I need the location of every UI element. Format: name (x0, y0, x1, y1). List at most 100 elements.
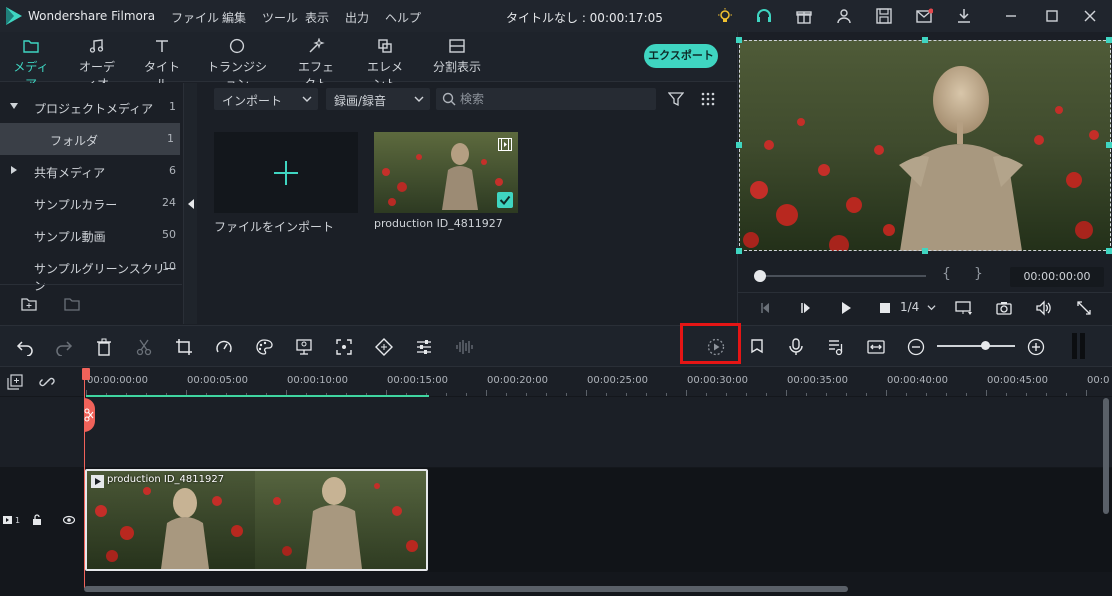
search-box[interactable] (436, 88, 656, 110)
mark-out-button[interactable]: } (974, 266, 983, 282)
folder-outline-icon[interactable] (64, 297, 80, 311)
track-header-empty (0, 397, 84, 467)
mail-icon[interactable] (915, 8, 933, 24)
resize-handle[interactable] (736, 248, 742, 254)
caret-down-icon[interactable] (10, 102, 18, 110)
sidebar-item-sample-videos[interactable]: サンプル動画 50 (0, 219, 182, 251)
cut-icon[interactable] (135, 338, 153, 356)
add-track-icon[interactable] (7, 374, 23, 390)
effect-icon (309, 38, 325, 53)
delete-icon[interactable] (95, 338, 113, 356)
minimize-icon[interactable] (1002, 8, 1020, 24)
marker-icon[interactable] (748, 338, 766, 356)
sidebar-item-project-media[interactable]: プロジェクトメディア 1 (0, 91, 182, 123)
link-icon[interactable] (39, 374, 55, 390)
microphone-icon[interactable] (787, 338, 805, 356)
import-file-tile[interactable] (214, 132, 358, 213)
resize-handle[interactable] (736, 37, 742, 43)
sidebar-item-folder[interactable]: フォルダ 1 (0, 123, 180, 155)
menu-file[interactable]: ファイル (171, 9, 219, 26)
volume-icon[interactable] (1035, 300, 1053, 316)
menu-export[interactable]: 出力 (345, 9, 369, 26)
sidebar-collapse-handle[interactable] (183, 83, 197, 324)
tab-split-screen[interactable]: 分割表示 (432, 38, 482, 75)
user-icon[interactable] (835, 8, 853, 24)
resize-handle[interactable] (1106, 142, 1112, 148)
previous-frame-icon[interactable] (757, 300, 775, 316)
resize-handle[interactable] (1106, 248, 1112, 254)
preview-scrub-track[interactable] (760, 275, 926, 277)
ruler-tick (546, 393, 547, 396)
sidebar-item-sample-colors[interactable]: サンプルカラー 24 (0, 187, 182, 219)
zoom-in-icon[interactable] (1027, 338, 1045, 356)
audio-waveform-icon[interactable] (455, 338, 473, 356)
zoom-out-icon[interactable] (907, 338, 925, 356)
eye-icon[interactable] (63, 515, 75, 525)
sidebar-item-shared-media[interactable]: 共有メディア 6 (0, 155, 182, 187)
ruler-label: 00:00:30:00 (687, 375, 749, 386)
clip-video-badge-icon (91, 475, 104, 488)
display-settings-icon[interactable] (955, 300, 973, 316)
lock-icon[interactable] (32, 514, 42, 526)
play-frame-icon[interactable] (797, 300, 815, 316)
playhead-handle[interactable] (82, 368, 90, 380)
resize-handle[interactable] (922, 37, 928, 43)
menu-help[interactable]: ヘルプ (385, 9, 421, 26)
bulb-icon[interactable] (716, 8, 734, 24)
gift-icon[interactable] (795, 8, 813, 24)
redo-icon[interactable] (55, 338, 73, 356)
preview-video[interactable] (739, 40, 1111, 251)
audio-mixer-icon[interactable] (827, 338, 845, 356)
crop-icon[interactable] (175, 338, 193, 356)
export-button[interactable]: エクスポート (644, 44, 718, 68)
timeline-vertical-scrollbar[interactable] (1103, 398, 1109, 514)
speed-icon[interactable] (215, 338, 233, 356)
ruler-tick (906, 393, 907, 396)
caret-right-icon[interactable] (10, 166, 18, 174)
ruler-label: 00:00:45:00 (987, 375, 1049, 386)
fit-timeline-icon[interactable] (867, 338, 885, 356)
new-folder-icon[interactable] (21, 297, 37, 311)
green-screen-icon[interactable] (295, 338, 313, 356)
grid-view-icon[interactable] (700, 91, 716, 107)
resize-handle[interactable] (736, 142, 742, 148)
menu-view[interactable]: 表示 (305, 9, 329, 26)
undo-icon[interactable] (16, 338, 34, 356)
record-dropdown[interactable]: 録画/録音 (326, 88, 430, 110)
stabilize-icon[interactable] (335, 338, 353, 356)
menu-tools[interactable]: ツール (262, 9, 298, 26)
headset-icon[interactable] (755, 8, 773, 24)
keyframe-icon[interactable] (375, 338, 393, 356)
timeline-track-empty[interactable] (84, 397, 1112, 467)
resize-handle[interactable] (922, 248, 928, 254)
preview-scrub-knob[interactable] (754, 270, 766, 282)
menu-edit[interactable]: 編集 (222, 9, 246, 26)
quality-dropdown[interactable]: 1/4 (900, 300, 936, 314)
color-palette-icon[interactable] (255, 338, 273, 356)
download-icon[interactable] (955, 8, 973, 24)
adjust-icon[interactable] (415, 338, 433, 356)
ruler-tick (866, 393, 867, 396)
timeline-zoom-slider[interactable] (937, 345, 1015, 347)
mark-in-button[interactable]: { (942, 266, 951, 282)
timeline-zoom-knob[interactable] (981, 341, 990, 350)
fullscreen-icon[interactable] (1075, 300, 1093, 316)
filter-icon[interactable] (668, 91, 684, 107)
audio-meter-icon[interactable] (1071, 333, 1087, 359)
caret-left-icon[interactable] (187, 199, 195, 209)
ruler-tick (846, 393, 847, 396)
ruler-tick (826, 393, 827, 396)
media-clip-thumbnail[interactable] (374, 132, 518, 213)
import-dropdown[interactable]: インポート (214, 88, 318, 110)
save-icon[interactable] (875, 8, 893, 24)
resize-handle[interactable] (1106, 37, 1112, 43)
timeline-horizontal-scrollbar[interactable] (84, 586, 848, 592)
maximize-icon[interactable] (1043, 8, 1061, 24)
stop-icon[interactable] (876, 300, 894, 316)
preview-timecode: 00:00:00:00 (1010, 267, 1104, 287)
play-icon[interactable] (837, 300, 855, 316)
snapshot-icon[interactable] (995, 300, 1013, 316)
search-input[interactable] (460, 90, 650, 108)
sidebar-item-sample-green-screen[interactable]: サンプルグリーンスクリーン 10 (0, 251, 182, 293)
close-icon[interactable] (1081, 8, 1099, 24)
